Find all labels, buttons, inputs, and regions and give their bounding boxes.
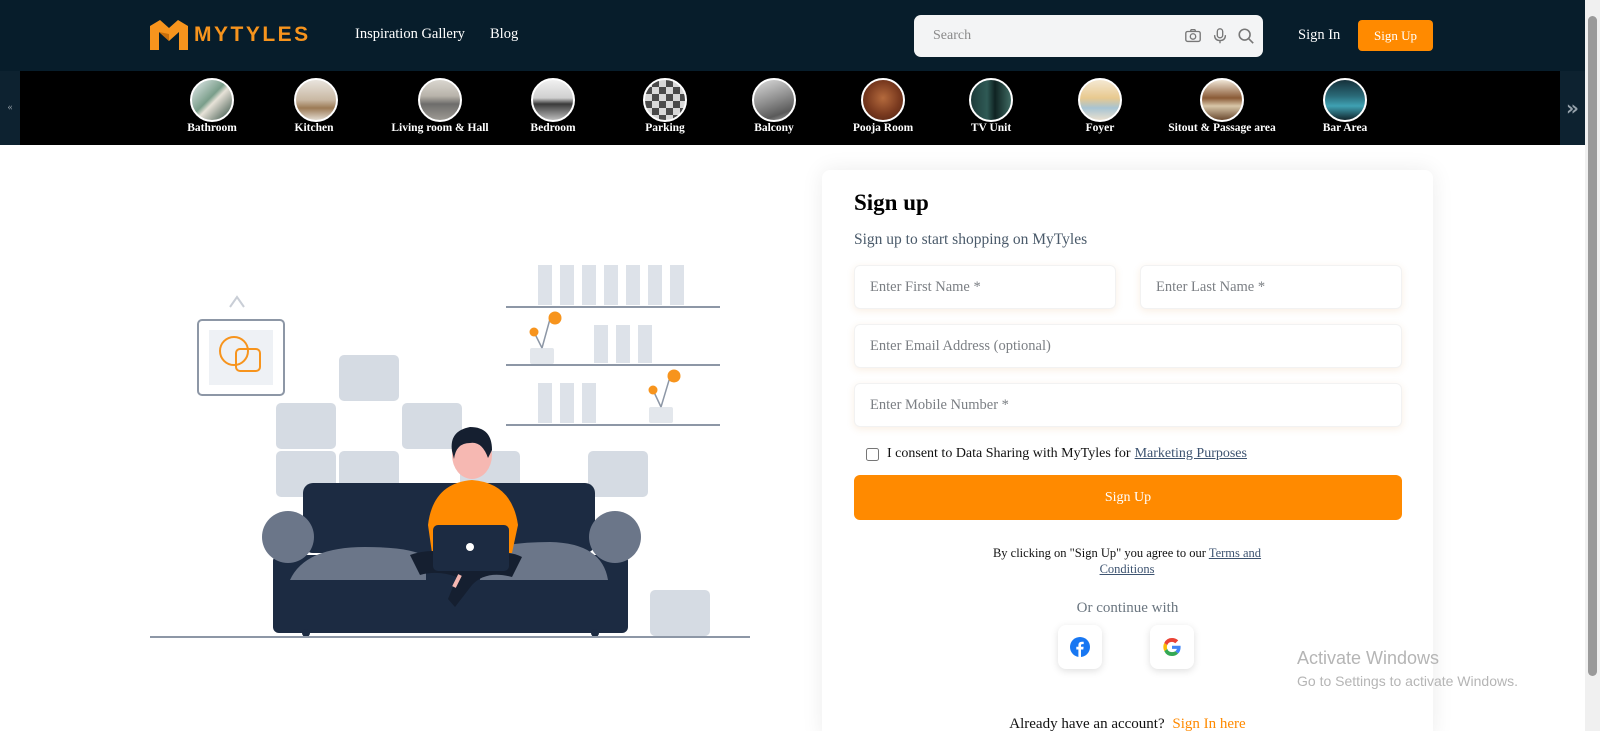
category-label: TV Unit bbox=[970, 122, 1012, 134]
sign-in-here-link[interactable]: Sign In here bbox=[1172, 716, 1245, 731]
parking-thumb bbox=[643, 78, 687, 122]
category-label: Bar Area bbox=[1322, 122, 1368, 134]
category-label: Bedroom bbox=[530, 122, 576, 134]
living-room-thumb bbox=[418, 78, 462, 122]
signup-card: Sign up Sign up to start shopping on MyT… bbox=[822, 170, 1433, 731]
last-name-field bbox=[1140, 265, 1402, 309]
category-parking[interactable]: Parking bbox=[643, 78, 687, 134]
category-label: Foyer bbox=[1085, 122, 1115, 134]
logo[interactable]: MYTYLES bbox=[150, 19, 311, 51]
category-kitchen[interactable]: Kitchen bbox=[294, 78, 338, 134]
foyer-thumb bbox=[1078, 78, 1122, 122]
top-navbar: MYTYLES Inspiration Gallery Blog Sign In… bbox=[0, 0, 1585, 71]
camera-icon[interactable] bbox=[1184, 27, 1202, 45]
search-bar bbox=[914, 15, 1263, 57]
category-balcony[interactable]: Balcony bbox=[752, 78, 796, 134]
category-label: Parking bbox=[645, 122, 685, 134]
carousel-next-button[interactable]: » bbox=[1560, 71, 1585, 145]
activate-windows-subtitle: Go to Settings to activate Windows. bbox=[1297, 673, 1518, 689]
activate-windows-title: Activate Windows bbox=[1297, 648, 1440, 668]
last-name-input[interactable] bbox=[1141, 266, 1401, 308]
facebook-icon bbox=[1070, 637, 1090, 657]
nav-inspiration-gallery[interactable]: Inspiration Gallery bbox=[355, 26, 465, 43]
category-living-room[interactable]: Living room & Hall bbox=[388, 78, 492, 134]
logo-text: MYTYLES bbox=[194, 23, 311, 46]
search-icon[interactable] bbox=[1237, 27, 1255, 45]
or-continue-with: Or continue with bbox=[1076, 600, 1179, 616]
consent-row: I consent to Data Sharing with MyTyles f… bbox=[866, 446, 1247, 462]
google-login-button[interactable] bbox=[1150, 625, 1194, 669]
page-scrollbar[interactable] bbox=[1585, 0, 1600, 731]
category-pooja-room[interactable]: Pooja Room bbox=[850, 78, 916, 134]
terms-text: By clicking on "Sign Up" you agree to ou… bbox=[992, 546, 1206, 560]
carousel-prev-button[interactable]: « bbox=[0, 71, 20, 145]
consent-checkbox[interactable] bbox=[866, 447, 879, 461]
category-sitout[interactable]: Sitout & Passage area bbox=[1165, 78, 1279, 134]
sign-in-link[interactable]: Sign In bbox=[1298, 27, 1340, 44]
bar-area-thumb bbox=[1323, 78, 1367, 122]
first-name-field bbox=[854, 265, 1116, 309]
already-have-account: Already have an account? Sign In here bbox=[822, 716, 1433, 731]
sign-up-submit-button[interactable]: Sign Up bbox=[854, 475, 1402, 520]
marketing-purposes-link[interactable]: Marketing Purposes bbox=[1135, 446, 1247, 462]
mobile-field bbox=[854, 383, 1402, 427]
category-label: Balcony bbox=[754, 122, 794, 134]
search-input[interactable] bbox=[914, 15, 1164, 57]
category-strip: « Bathroom Kitchen Living room & Hall Be… bbox=[0, 71, 1585, 145]
category-label: Pooja Room bbox=[852, 122, 914, 134]
category-bar-area[interactable]: Bar Area bbox=[1322, 78, 1368, 134]
sitout-thumb bbox=[1200, 78, 1244, 122]
mobile-input[interactable] bbox=[855, 384, 1401, 426]
email-input[interactable] bbox=[855, 325, 1401, 367]
mytyles-logo-icon bbox=[150, 20, 188, 50]
terms-note: By clicking on "Sign Up" you agree to ou… bbox=[972, 545, 1282, 577]
microphone-icon[interactable] bbox=[1211, 27, 1229, 45]
category-bedroom[interactable]: Bedroom bbox=[528, 78, 578, 134]
already-text: Already have an account? bbox=[1009, 716, 1165, 731]
category-tv-unit[interactable]: TV Unit bbox=[968, 78, 1014, 134]
category-label: Bathroom bbox=[187, 122, 237, 134]
sign-up-button-header[interactable]: Sign Up bbox=[1358, 20, 1433, 51]
category-label: Kitchen bbox=[294, 122, 334, 134]
google-icon bbox=[1163, 638, 1181, 656]
category-foyer[interactable]: Foyer bbox=[1078, 78, 1122, 134]
bedroom-thumb bbox=[531, 78, 575, 122]
nav-blog[interactable]: Blog bbox=[490, 26, 518, 43]
balcony-thumb bbox=[752, 78, 796, 122]
pooja-room-thumb bbox=[861, 78, 905, 122]
sofa-laptop-illustration bbox=[150, 265, 750, 638]
first-name-input[interactable] bbox=[855, 266, 1115, 308]
scrollbar-thumb[interactable] bbox=[1588, 16, 1597, 676]
bathroom-thumb bbox=[190, 78, 234, 122]
category-label: Sitout & Passage area bbox=[1168, 122, 1276, 134]
signup-subtitle: Sign up to start shopping on MyTyles bbox=[854, 231, 1088, 248]
tv-unit-thumb bbox=[969, 78, 1013, 122]
email-field bbox=[854, 324, 1402, 368]
facebook-login-button[interactable] bbox=[1058, 625, 1102, 669]
signup-title: Sign up bbox=[854, 190, 929, 215]
category-bathroom[interactable]: Bathroom bbox=[186, 78, 238, 134]
consent-text: I consent to Data Sharing with MyTyles f… bbox=[887, 446, 1131, 461]
category-label: Living room & Hall bbox=[391, 122, 489, 134]
kitchen-thumb bbox=[294, 78, 338, 122]
